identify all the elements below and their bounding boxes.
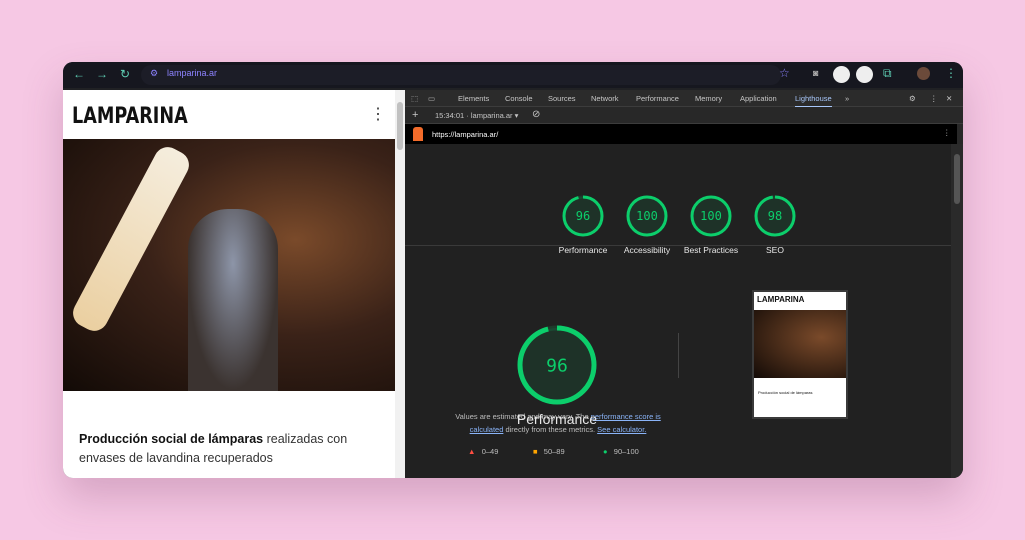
tab-console[interactable]: Console <box>505 94 533 103</box>
site-info-icon[interactable]: ⚙ <box>150 68 158 79</box>
reload-icon[interactable]: ↻ <box>120 67 130 81</box>
back-icon[interactable]: ← <box>73 67 85 81</box>
circle-icon: ● <box>603 447 608 456</box>
thumb-logo: LAMPARINA <box>757 295 805 304</box>
web-page: LAMPARINA ⋮ Producción social de lámpara… <box>63 90 395 478</box>
main-performance-gauge[interactable]: 96 <box>515 323 599 412</box>
site-menu-icon[interactable]: ⋮ <box>370 104 386 124</box>
camera-icon[interactable]: ◙ <box>813 68 818 78</box>
devtools-panel: ⬚ ▭ Elements Console Sources Network Per… <box>405 90 963 478</box>
legend-fail: ▲ 0–49 <box>468 447 499 456</box>
gauge-value: 98 <box>768 209 782 223</box>
gauge-value: 100 <box>700 209 722 223</box>
square-icon: ■ <box>533 447 538 456</box>
tab-elements[interactable]: Elements <box>458 94 489 103</box>
new-report-icon[interactable]: + <box>412 109 418 121</box>
gauge-label: Performance <box>558 245 608 255</box>
final-screenshot[interactable]: LAMPARINA Producción social de lámparas <box>752 290 848 419</box>
report-menu-icon[interactable]: ⋮ <box>943 128 951 137</box>
profile-avatar[interactable] <box>917 67 930 80</box>
score-gauge-performance[interactable]: 96 <box>561 194 605 243</box>
extension-icon[interactable] <box>856 66 873 83</box>
tab-application[interactable]: Application <box>740 94 777 103</box>
gauge-value: 96 <box>576 209 590 223</box>
report-url-bar: https://lamparina.ar/ ⋮ <box>405 124 957 144</box>
score-gauge-seo[interactable]: 98 <box>753 194 797 243</box>
forward-icon[interactable]: → <box>96 67 108 81</box>
lighthouse-toolbar: + 15:34:01 · lamparina.ar ▾ ⊘ <box>405 107 963 124</box>
score-gauge-best-practices[interactable]: 100 <box>689 194 733 243</box>
more-tabs-icon[interactable]: » <box>845 94 849 103</box>
legend-average: ■ 50–89 <box>533 447 565 456</box>
tab-sources[interactable]: Sources <box>548 94 576 103</box>
browser-toolbar: ← → ↻ ⚙ lamparina.ar ☆ ◙ ⧉ ⋮ <box>63 62 963 88</box>
triangle-icon: ▲ <box>468 447 476 456</box>
gauge-value: 96 <box>546 355 568 376</box>
report-scrollbar[interactable] <box>951 144 963 478</box>
gauge-value: 100 <box>636 209 658 223</box>
inspect-icon[interactable]: ⬚ <box>411 94 418 103</box>
tab-performance[interactable]: Performance <box>636 94 679 103</box>
hero-image <box>63 139 395 391</box>
report-url[interactable]: https://lamparina.ar/ <box>432 130 498 139</box>
gauge-label: Best Practices <box>683 245 739 255</box>
clear-icon[interactable]: ⊘ <box>532 109 540 120</box>
close-devtools-icon[interactable]: ✕ <box>946 94 952 103</box>
browser-window: ← → ↻ ⚙ lamparina.ar ☆ ◙ ⧉ ⋮ LAMPARINA ⋮… <box>63 62 963 478</box>
divider <box>678 333 679 378</box>
headline: Producción social de lámparas realizadas… <box>79 430 379 468</box>
devtools-tabs: ⬚ ▭ Elements Console Sources Network Per… <box>405 90 963 108</box>
tab-memory[interactable]: Memory <box>695 94 722 103</box>
extensions-puzzle-icon[interactable]: ⧉ <box>883 66 892 81</box>
score-gauge-accessibility[interactable]: 100 <box>625 194 669 243</box>
gauge-label: SEO <box>766 245 784 255</box>
legend-pass: ● 90–100 <box>603 447 639 456</box>
site-logo[interactable]: LAMPARINA <box>72 104 188 129</box>
gauge-label: Accessibility <box>623 245 671 255</box>
devtools-menu-icon[interactable]: ⋮ <box>930 94 938 103</box>
address-bar[interactable]: ⚙ <box>141 65 781 85</box>
report-selector[interactable]: 15:34:01 · lamparina.ar ▾ <box>435 111 518 120</box>
lighthouse-logo-icon <box>413 127 423 141</box>
tab-lighthouse[interactable]: Lighthouse <box>795 94 832 108</box>
menu-kebab-icon[interactable]: ⋮ <box>945 66 957 80</box>
see-calculator-link[interactable]: See calculator. <box>597 425 646 434</box>
settings-gear-icon[interactable]: ⚙ <box>909 94 916 103</box>
lighthouse-report: Values are estimated and may vary. The p… <box>405 144 951 478</box>
bookmark-star-icon[interactable]: ☆ <box>779 66 790 80</box>
thumb-headline: Producción social de lámparas <box>758 390 813 395</box>
url-text[interactable]: lamparina.ar <box>167 68 217 78</box>
page-scrollbar[interactable] <box>395 90 405 478</box>
tab-network[interactable]: Network <box>591 94 619 103</box>
headline-bold: Producción social de lámparas <box>79 432 264 446</box>
extension-icon[interactable] <box>833 66 850 83</box>
device-toolbar-icon[interactable]: ▭ <box>428 94 435 103</box>
gauge-label: Performance <box>516 411 598 427</box>
